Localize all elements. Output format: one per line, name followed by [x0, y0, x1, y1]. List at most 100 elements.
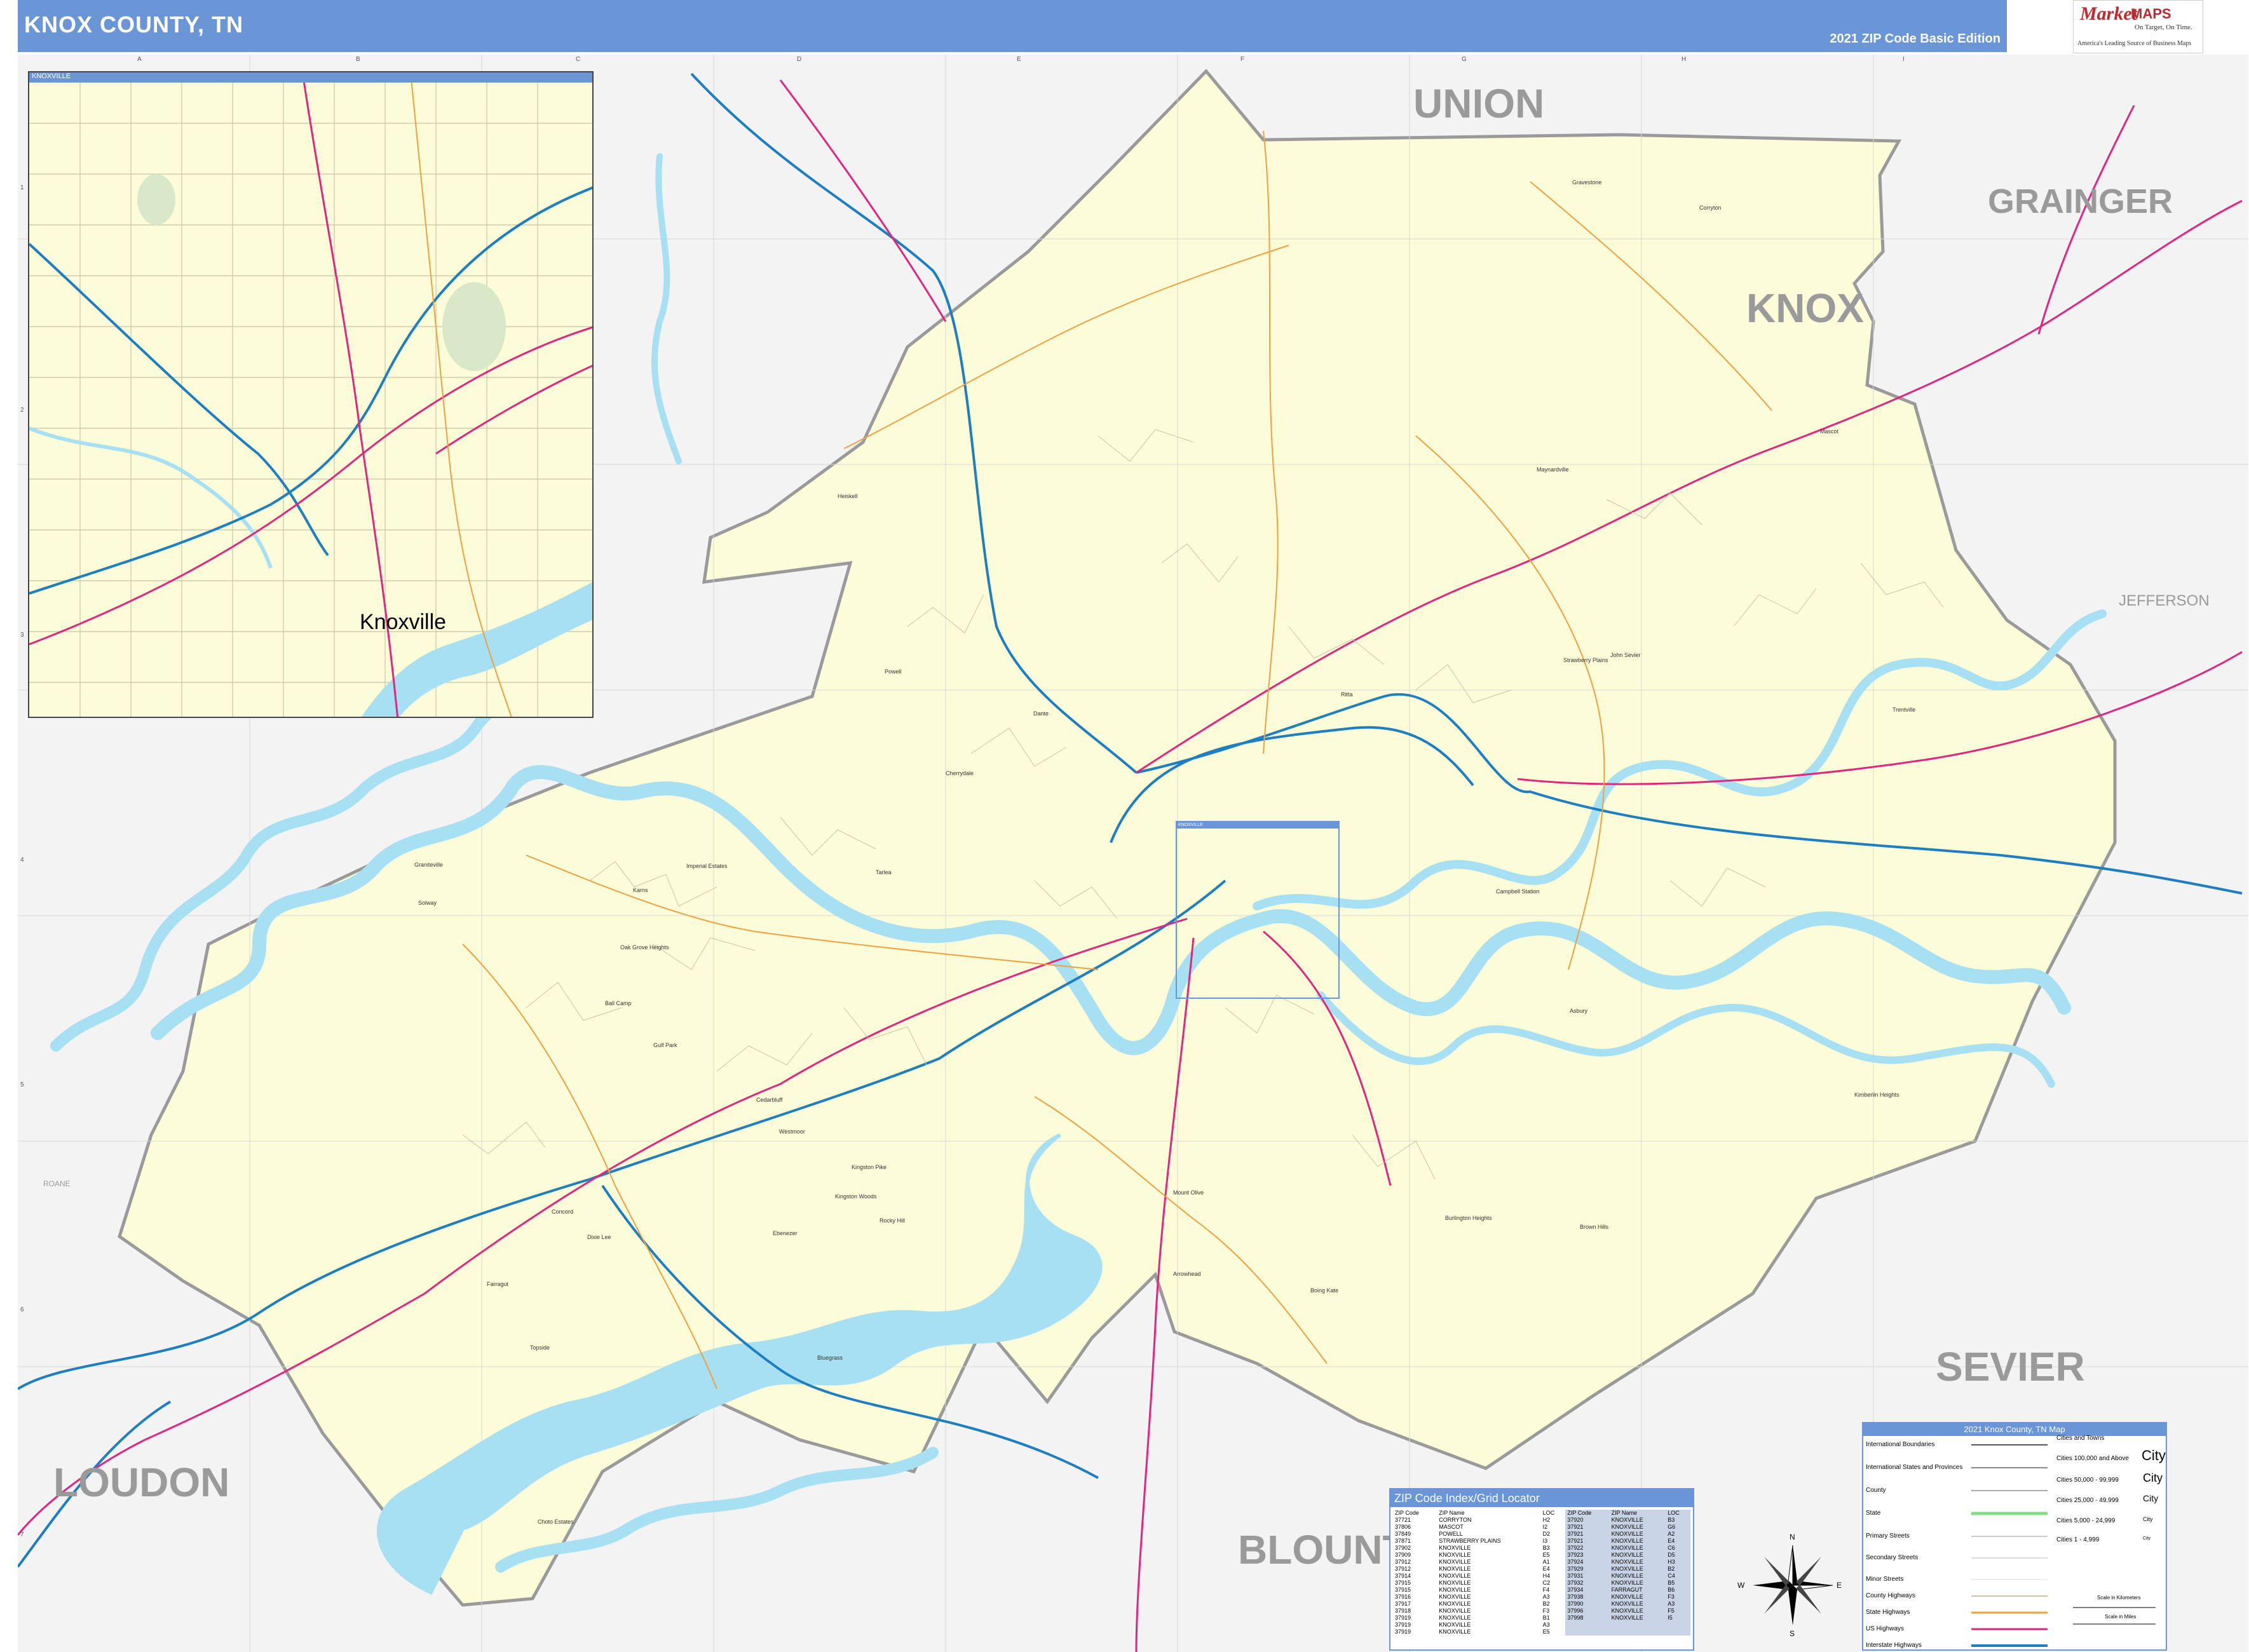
place-label: Tarlea	[876, 869, 892, 876]
zip-index-cell: E5	[1542, 1628, 1550, 1635]
zip-index-cell: 37909	[1395, 1552, 1411, 1558]
inset-locator-box: KNOXVILLE	[1176, 821, 1340, 999]
logo-brand-main: Market	[2080, 3, 2137, 24]
zip-index-cell: I3	[1542, 1538, 1548, 1544]
zip-index-cell: G6	[1666, 1524, 1690, 1531]
zip-index-row: 37917 KNOXVILLE B2 37990 KNOXVILLE A3	[1393, 1601, 1690, 1608]
zip-index-cell: 37924	[1565, 1559, 1610, 1566]
zip-index-cell: KNOXVILLE	[1609, 1594, 1666, 1601]
place-label: Gulf Park	[653, 1042, 677, 1048]
brand-logo: Market MAPS On Target, On Time. America'…	[2073, 0, 2203, 53]
zip-index-row: 37912 KNOXVILLE A1 37924 KNOXVILLE H3	[1393, 1559, 1690, 1566]
zip-index-cell: KNOXVILLE	[1609, 1573, 1666, 1580]
grid-column-label: A	[137, 56, 142, 63]
compass-west: W	[1737, 1581, 1745, 1590]
zip-index-cell: I5	[1666, 1615, 1690, 1622]
legend-city-sample: City	[2143, 1516, 2153, 1522]
county-label-jefferson: JEFFERSON	[2119, 592, 2210, 609]
zip-index-cell: KNOXVILLE	[1439, 1552, 1471, 1558]
zip-index-cell: 37916	[1395, 1594, 1411, 1600]
zip-index-cell: 37923	[1565, 1552, 1610, 1559]
zip-index-cell: KNOXVILLE	[1609, 1580, 1666, 1587]
zip-index-cell: 37902	[1395, 1545, 1411, 1551]
grid-row-label: 7	[20, 1531, 24, 1538]
zip-index-cell: F3	[1666, 1594, 1690, 1601]
zip-index-cell: KNOXVILLE	[1439, 1580, 1471, 1586]
zip-index-cell: B3	[1542, 1545, 1550, 1551]
zip-index-cell: KNOXVILLE	[1439, 1622, 1471, 1628]
zip-index-cell: KNOXVILLE	[1609, 1566, 1666, 1573]
place-label: Ball Camp	[605, 1000, 632, 1006]
zip-header-cell: LOC	[1542, 1510, 1555, 1516]
legend-city-sample: City	[2143, 1472, 2163, 1484]
zip-index-cell: F5	[1666, 1608, 1690, 1615]
place-label: Farragut	[487, 1281, 509, 1287]
place-label: Maynardville	[1537, 466, 1569, 473]
zip-index-cell: 37920	[1565, 1517, 1610, 1524]
legend-city-sample: City	[2143, 1536, 2151, 1541]
zip-index-cell: F4	[1542, 1587, 1550, 1593]
zip-index-row: 37871 STRAWBERRY PLAINS I3 37921 KNOXVILLE E4	[1393, 1538, 1690, 1545]
inset-map[interactable]: KNOXVILLE	[28, 71, 594, 718]
place-label: Ritta	[1341, 691, 1353, 698]
zip-index-cell: KNOXVILLE	[1439, 1615, 1471, 1621]
zip-index-cell: KNOXVILLE	[1609, 1601, 1666, 1608]
place-label: Dante	[1033, 710, 1049, 717]
place-label: Dixie Lee	[587, 1234, 611, 1240]
zip-index-cell: 37921	[1565, 1524, 1610, 1531]
zip-index-cell: 37917	[1395, 1601, 1411, 1607]
place-label: Oak Grove Heights	[620, 944, 669, 951]
zip-header-cell: ZIP Name	[1609, 1510, 1666, 1517]
zip-index-cell: KNOXVILLE	[1609, 1552, 1666, 1559]
zip-index-cell: CORRYTON	[1439, 1517, 1472, 1523]
zip-index-row: 37721 CORRYTON H2 37920 KNOXVILLE B3	[1393, 1517, 1690, 1524]
zip-index-cell: 37931	[1565, 1573, 1610, 1580]
zip-index-cell: A1	[1542, 1559, 1550, 1565]
county-label-blount: BLOUNT	[1238, 1527, 1408, 1573]
place-label: Karns	[633, 887, 648, 893]
zip-index-cell: D2	[1542, 1531, 1551, 1537]
inset-stream	[29, 426, 273, 569]
zip-index-cell: A3	[1542, 1594, 1550, 1600]
map-edition: 2021 ZIP Code Basic Edition	[1830, 32, 2001, 46]
place-label: John Sevier	[1610, 652, 1641, 658]
zip-index-cell: H3	[1666, 1559, 1690, 1566]
place-label: Arrowhead	[1173, 1271, 1201, 1277]
zip-index-cell	[1565, 1628, 1610, 1635]
zip-index-cell: KNOXVILLE	[1439, 1573, 1471, 1579]
legend-scale-km: Scale in Kilometers	[2097, 1595, 2141, 1601]
zip-index-cell	[1565, 1622, 1610, 1628]
zip-index-cell	[1666, 1622, 1690, 1628]
place-label: Powell	[885, 668, 902, 675]
zip-index-cell: KNOXVILLE	[1609, 1538, 1666, 1545]
zip-index-row: 37916 KNOXVILLE A3 37938 KNOXVILLE F3	[1393, 1594, 1690, 1601]
zip-index-cell: C4	[1666, 1573, 1690, 1580]
zip-index-cell: KNOXVILLE	[1609, 1524, 1666, 1531]
grid-column-label: B	[356, 56, 360, 63]
zip-index-cell: KNOXVILLE	[1609, 1531, 1666, 1538]
county-label-knox: KNOX	[1746, 285, 1864, 331]
zip-index-cell: 37871	[1395, 1538, 1411, 1544]
zip-index-cell	[1609, 1628, 1666, 1635]
zip-header-cell: ZIP Name	[1439, 1510, 1465, 1516]
place-label: Asbury	[1570, 1008, 1588, 1014]
county-label-sevier: SEVIER	[1936, 1344, 2085, 1390]
zip-index-cell: H4	[1542, 1573, 1551, 1579]
logo-slogan: On Target, On Time.	[2135, 24, 2192, 31]
logo-tagline: America's Leading Source of Business Map…	[2077, 40, 2192, 47]
zip-index-cell: 37849	[1395, 1531, 1411, 1537]
zip-index-row: 37902 KNOXVILLE B3 37922 KNOXVILLE C6	[1393, 1545, 1690, 1552]
place-label: Strawberry Plains	[1563, 657, 1608, 663]
zip-index-cell: 37912	[1395, 1559, 1411, 1565]
place-label: Graniteville	[414, 862, 444, 868]
place-label: Heiskell	[838, 493, 858, 499]
map-legend: 2021 Knox County, TN Map International B…	[1862, 1422, 2167, 1651]
header-bar: KNOX COUNTY, TN 2021 ZIP Code Basic Edit…	[18, 0, 2007, 52]
zip-index-cell: C2	[1542, 1580, 1551, 1586]
zip-index-cell: 37721	[1395, 1517, 1411, 1523]
zip-index-row: 37919 KNOXVILLE A3	[1393, 1622, 1690, 1628]
zip-index-cell: STRAWBERRY PLAINS	[1439, 1538, 1501, 1544]
zip-index-cell: KNOXVILLE	[1439, 1628, 1471, 1635]
inset-title: KNOXVILLE	[29, 72, 592, 83]
zip-index-cell: A3	[1666, 1601, 1690, 1608]
